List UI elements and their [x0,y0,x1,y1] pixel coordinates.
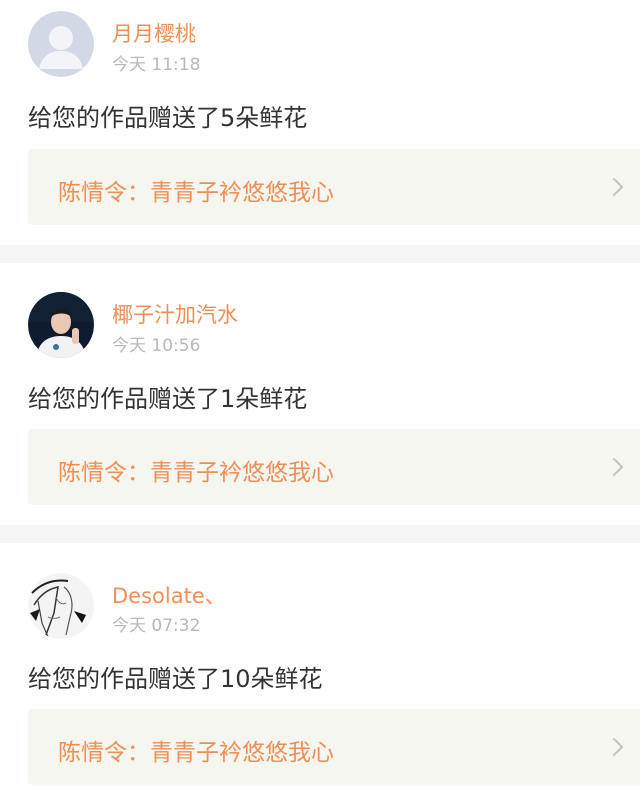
default-avatar-icon [28,11,94,77]
gift-message: 给您的作品赠送了10朵鲜花 [28,665,323,693]
divider [0,245,640,263]
username[interactable]: 月月樱桃 [112,18,196,48]
gift-message: 给您的作品赠送了5朵鲜花 [28,104,308,132]
work-title: 陈情令：青青子衿悠悠我心 [58,740,334,766]
work-link[interactable]: 陈情令：青青子衿悠悠我心 [28,709,640,785]
user-avatar[interactable] [28,573,94,639]
username[interactable]: 椰子汁加汽水 [112,299,238,329]
work-title: 陈情令：青青子衿悠悠我心 [58,460,334,486]
notification-card: 椰子汁加汽水 今天 10:56 给您的作品赠送了1朵鲜花 陈情令：青青子衿悠悠我… [0,263,640,525]
timestamp: 今天 10:56 [112,336,201,356]
notification-feed: 月月樱桃 今天 11:18 给您的作品赠送了5朵鲜花 陈情令：青青子衿悠悠我心 … [0,0,640,787]
chevron-right-icon [612,177,624,197]
chevron-right-icon [612,457,624,477]
work-link[interactable]: 陈情令：青青子衿悠悠我心 [28,149,640,225]
chevron-right-icon [612,737,624,757]
notification-card: 月月樱桃 今天 11:18 给您的作品赠送了5朵鲜花 陈情令：青青子衿悠悠我心 [0,0,640,245]
photo-avatar-icon [28,292,94,358]
sketch-avatar-icon [28,573,94,639]
user-avatar[interactable] [28,292,94,358]
divider [0,525,640,543]
timestamp: 今天 11:18 [112,55,201,75]
user-avatar[interactable] [28,11,94,77]
username[interactable]: Desolate、 [112,580,226,610]
work-title: 陈情令：青青子衿悠悠我心 [58,180,334,206]
gift-message: 给您的作品赠送了1朵鲜花 [28,385,308,413]
timestamp: 今天 07:32 [112,616,201,636]
work-link[interactable]: 陈情令：青青子衿悠悠我心 [28,429,640,505]
notification-card: Desolate、 今天 07:32 给您的作品赠送了10朵鲜花 陈情令：青青子… [0,543,640,787]
